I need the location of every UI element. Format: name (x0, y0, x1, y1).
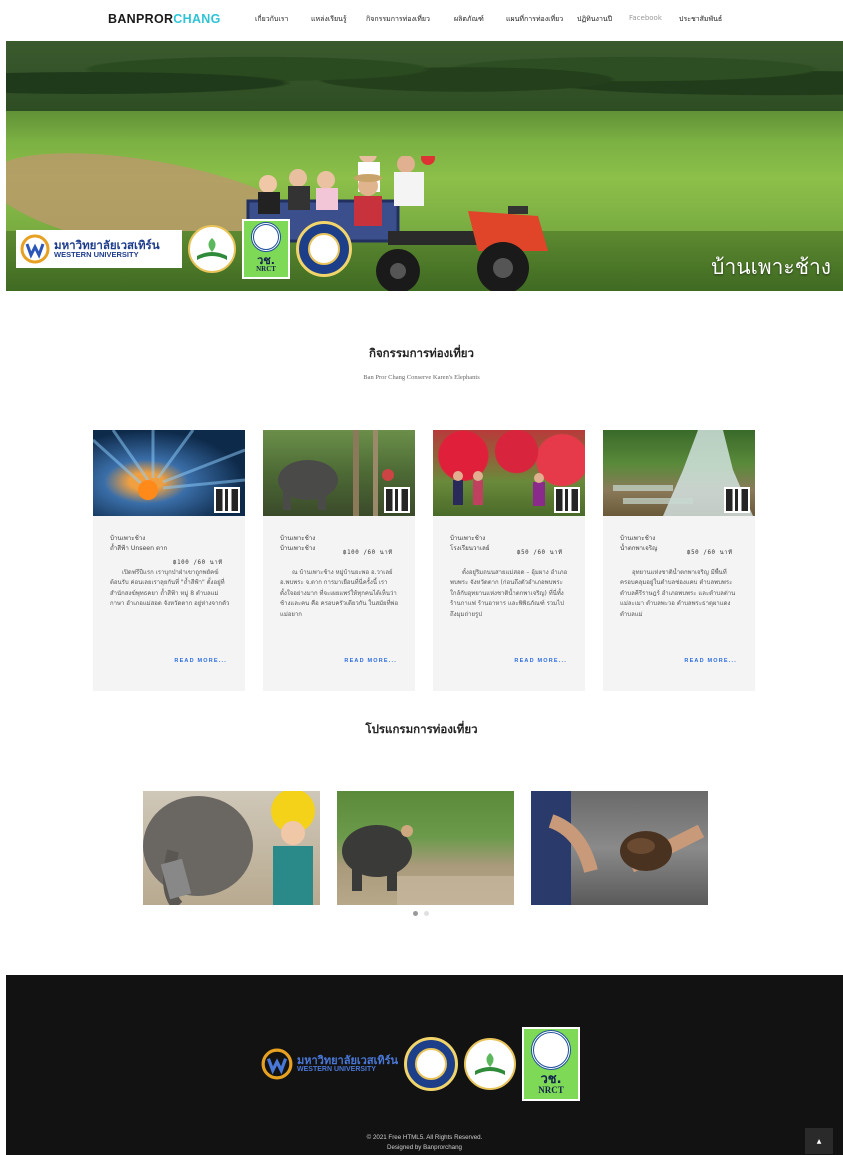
western-university-icon (261, 1048, 293, 1080)
footer-partner-logos: มหาวิทยาลัยเวสเทิร์น WESTERN UNIVERSITY … (261, 1027, 581, 1101)
brand-accent: CHANG (173, 12, 221, 26)
activity-cards: บ้านเพาะช้าง ถ้ำสีฟ้า Unseen ตาก ฿100 /6… (93, 430, 755, 691)
card-price: ฿50 /60 นาที (687, 550, 733, 556)
card-price: ฿50 /60 นาที (517, 550, 563, 556)
western-university-icon (20, 234, 50, 264)
qr-code-icon (384, 487, 410, 513)
read-more-link[interactable]: READ MORE... (344, 658, 397, 664)
card-price: ฿100 /60 นาที (343, 550, 393, 556)
book-leaf-icon (197, 238, 227, 260)
footer-wu-en: WESTERN UNIVERSITY (297, 1066, 376, 1073)
activity-card[interactable]: บ้านเพาะช้าง บ้านเพาะช้าง ฿100 /60 นาที … (263, 430, 415, 691)
carousel-dot-2[interactable] (424, 911, 429, 916)
qr-code-icon (724, 487, 750, 513)
activity-card[interactable]: บ้านเพาะช้าง น้ำตกพาเจริญ ฿50 /60 นาที อ… (603, 430, 755, 691)
program-carousel (143, 788, 708, 905)
brand-logo[interactable]: BANPRORCHANG (108, 12, 221, 26)
footer-western-university-logo: มหาวิทยาลัยเวสเทิร์น WESTERN UNIVERSITY (261, 1048, 398, 1080)
card-description: อุทยานแห่งชาติน้ำตกพาเจริญ มีพื้นที่ครอบ… (620, 569, 736, 618)
hero-treeline (6, 41, 843, 111)
footer-nrct-en: NRCT (538, 1085, 564, 1096)
western-university-logo: มหาวิทยาลัยเวสเทิร์น WESTERN UNIVERSITY (16, 230, 182, 268)
carousel-dot-1[interactable] (413, 911, 418, 916)
back-to-top-button[interactable]: ▲ (805, 1128, 833, 1154)
qr-code-icon (554, 487, 580, 513)
hero-partner-logos: มหาวิทยาลัยเวสเทิร์น WESTERN UNIVERSITY … (16, 219, 352, 279)
card-description: ณ บ้านเพาะช้าง หมู่บ้านยะพอ อ.วาเลย์ อ.พ… (280, 569, 399, 618)
community-seal-logo (188, 225, 236, 273)
dung-hands-graphic (531, 791, 705, 905)
nrct-wheel-icon (251, 222, 281, 253)
nav-item-about[interactable]: เกี่ยวกับเรา (255, 14, 311, 25)
nav-item-learning[interactable]: แหล่งเรียนรู้ (311, 14, 366, 25)
card-place: ถ้ำสีฟ้า Unseen ตาก (110, 545, 168, 552)
nav-item-map[interactable]: แผนที่การท่องเที่ยว (506, 14, 577, 25)
program-slide-elephant-river[interactable] (337, 788, 514, 905)
card-image-elephant[interactable] (263, 430, 415, 516)
book-leaf-icon (475, 1053, 506, 1075)
carousel-dots (413, 911, 429, 916)
hero-title: บ้านเพาะช้าง (711, 255, 831, 279)
footer-wu-th: มหาวิทยาลัยเวสเทิร์น (297, 1054, 399, 1067)
card-village: บ้านเพาะช้าง (620, 535, 656, 542)
programs-title: โปรแกรมการท่องเที่ยว (365, 722, 478, 736)
card-village: บ้านเพาะช้าง (110, 535, 146, 542)
footer-round-seal-logo (404, 1037, 459, 1091)
card-image-cave[interactable] (93, 430, 245, 516)
activity-card[interactable]: บ้านเพาะช้าง ถ้ำสีฟ้า Unseen ตาก ฿100 /6… (93, 430, 245, 691)
nrct-wheel-icon (531, 1030, 572, 1071)
card-village: บ้านเพาะช้าง (280, 535, 316, 542)
top-navbar: BANPRORCHANG เกี่ยวกับเรา แหล่งเรียนรู้ … (0, 0, 843, 40)
footer-nrct-logo: วช. NRCT (522, 1027, 581, 1101)
footer-copyright: © 2021 Free HTML5. All Rights Reserved. (366, 1134, 483, 1141)
qr-code-icon (214, 487, 240, 513)
program-slide-elephant-dung[interactable] (531, 788, 708, 905)
footer-community-seal-logo (464, 1038, 517, 1090)
nav-menu: เกี่ยวกับเรา แหล่งเรียนรู้ กิจกรรมการท่อ… (255, 14, 739, 25)
round-seal-logo (296, 221, 352, 277)
nav-item-products[interactable]: ผลิตภัณฑ์ (454, 14, 506, 25)
nav-item-facebook[interactable]: Facebook (629, 14, 679, 25)
nav-item-calendar[interactable]: ปฏิทินงานปี (577, 14, 629, 25)
activity-card[interactable]: บ้านเพาะช้าง โรงเรียนวาเลย์ ฿50 /60 นาที… (433, 430, 585, 691)
read-more-link[interactable]: READ MORE... (174, 658, 227, 664)
brand-main: BANPROR (108, 12, 174, 26)
wu-logo-en: WESTERN UNIVERSITY (54, 250, 139, 259)
footer: มหาวิทยาลัยเวสเทิร์น WESTERN UNIVERSITY … (6, 975, 843, 1155)
read-more-link[interactable]: READ MORE... (684, 658, 737, 664)
arrow-up-icon: ▲ (816, 1137, 822, 1145)
activities-title: กิจกรรมการท่องเที่ยว (368, 346, 474, 360)
card-description: ตั้งอยู่ริมถนนสายแม่สอด – อุ้มผาง อำเภอพ… (450, 569, 568, 618)
activities-subtitle: Ban Pror Chang Conserve Karen's Elephant… (363, 374, 480, 381)
card-image-waterfall[interactable] (603, 430, 755, 516)
elephant-selfie-graphic (143, 791, 315, 905)
card-price: ฿100 /60 นาที (173, 560, 223, 566)
nav-item-activities[interactable]: กิจกรรมการท่องเที่ยว (366, 14, 454, 25)
hero-banner: มหาวิทยาลัยเวสเทิร์น WESTERN UNIVERSITY … (6, 41, 843, 291)
card-description: เปิดฟรีปีแรก เราบุกป่าฝ่าเขาถูกพยัคฆ์ต้อ… (110, 569, 230, 608)
program-slide-elephant-selfie[interactable] (143, 788, 320, 905)
elephant-river-graphic (342, 825, 514, 905)
nrct-logo: วช. NRCT (242, 219, 290, 279)
nrct-en: NRCT (256, 265, 276, 274)
footer-designed-by: Designed by Banprorchang (387, 1144, 462, 1151)
nav-item-news[interactable]: ประชาสัมพันธ์ (679, 14, 739, 25)
card-image-flowers[interactable] (433, 430, 585, 516)
read-more-link[interactable]: READ MORE... (514, 658, 567, 664)
card-village: บ้านเพาะช้าง (450, 535, 486, 542)
